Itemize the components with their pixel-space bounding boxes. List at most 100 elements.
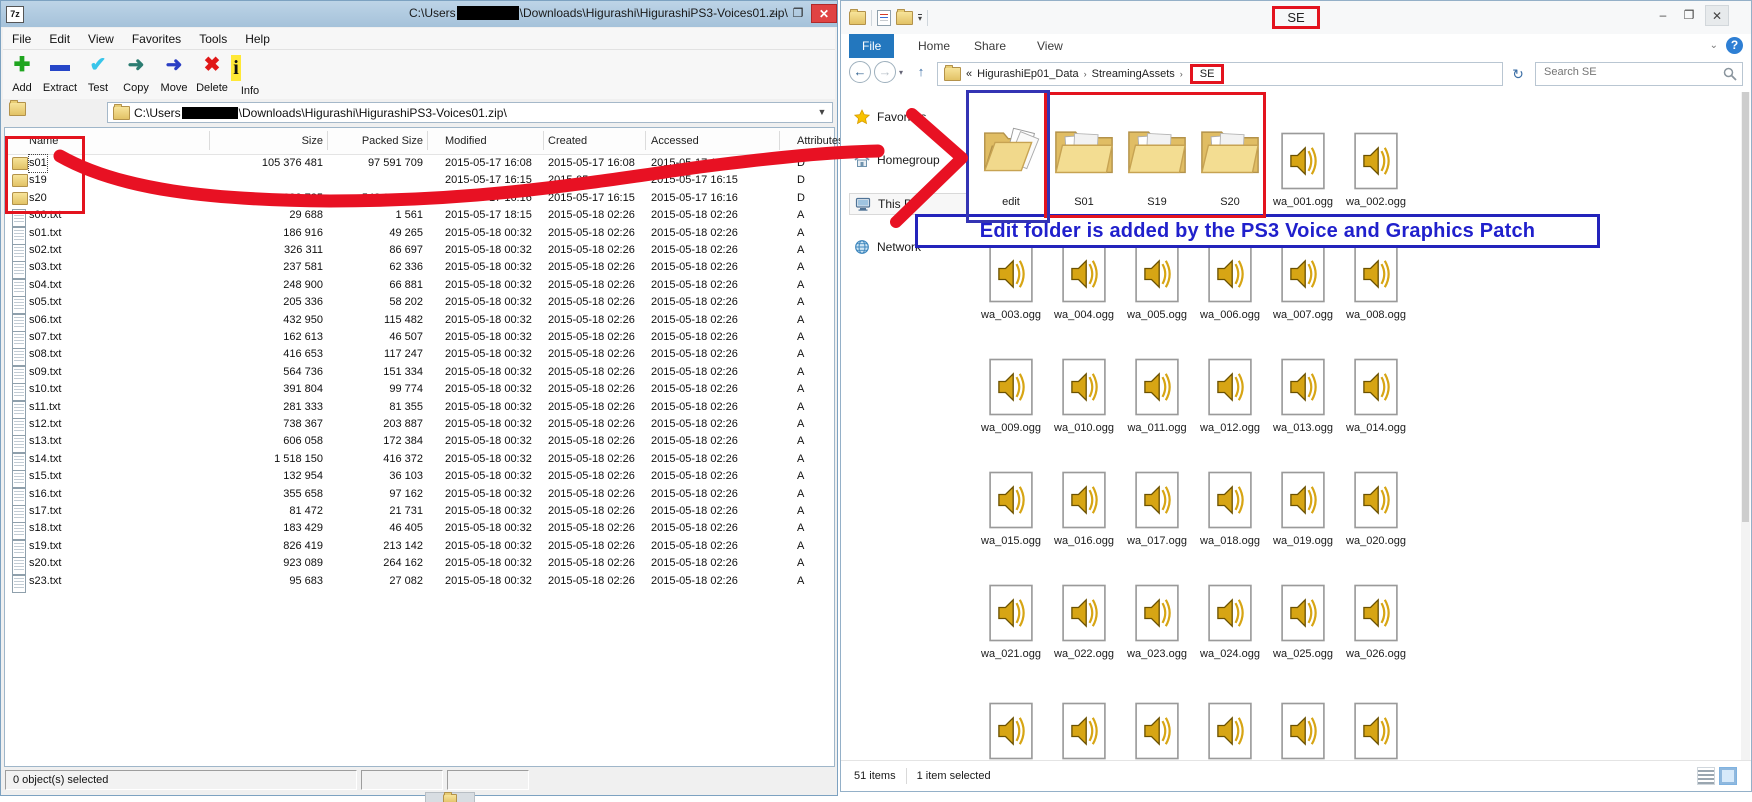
column-header-created[interactable]: Created xyxy=(548,133,587,150)
extract-button[interactable]: ▬Extract xyxy=(41,50,79,99)
customize-qat-icon[interactable]: ▾ xyxy=(918,14,922,22)
column-divider[interactable] xyxy=(779,131,780,150)
table-row[interactable]: s05.txt205 33658 2022015-05-18 00:322015… xyxy=(5,294,834,311)
file-tile-wa_020.ogg[interactable]: wa_020.ogg xyxy=(1343,468,1409,547)
file-tile-wa_015.ogg[interactable]: wa_015.ogg xyxy=(978,468,1044,547)
properties-icon[interactable] xyxy=(877,10,891,26)
recent-pages-dropdown-icon[interactable]: ▾ xyxy=(899,68,903,77)
menu-item-help[interactable]: Help xyxy=(236,32,279,46)
details-view-toggle-icon[interactable] xyxy=(1697,767,1715,785)
table-row[interactable]: s20580 093 725543 383 9662015-05-17 16:1… xyxy=(5,190,834,207)
column-header-accessed[interactable]: Accessed xyxy=(651,133,699,150)
file-tile-wa_010.ogg[interactable]: wa_010.ogg xyxy=(1051,355,1117,434)
search-icon[interactable] xyxy=(1723,67,1737,81)
file-tile-wa_019.ogg[interactable]: wa_019.ogg xyxy=(1270,468,1336,547)
file-tile-wa_018.ogg[interactable]: wa_018.ogg xyxy=(1197,468,1263,547)
column-header-attributes[interactable]: Attributes xyxy=(797,133,843,150)
column-header-name[interactable]: Name xyxy=(29,133,58,150)
ribbon-expand-icon[interactable]: ⌄ xyxy=(1710,40,1718,51)
tab-share[interactable]: Share xyxy=(961,34,1019,58)
breadcrumb-item-streamingassets[interactable]: StreamingAssets xyxy=(1092,68,1175,80)
minimize-button[interactable]: – xyxy=(1651,5,1675,26)
minimize-button[interactable]: – xyxy=(763,4,785,23)
close-button[interactable]: ✕ xyxy=(811,4,837,23)
file-tile[interactable] xyxy=(1343,699,1409,761)
file-tile-wa_001.ogg[interactable]: wa_001.ogg xyxy=(1270,129,1336,208)
file-tile-wa_017.ogg[interactable]: wa_017.ogg xyxy=(1124,468,1190,547)
search-box[interactable] xyxy=(1535,62,1743,86)
sevenzip-address-combobox[interactable]: C:\Users\Downloads\Higurashi\HigurashiPS… xyxy=(107,102,833,123)
scrollbar-thumb[interactable] xyxy=(1742,92,1749,522)
file-tile-wa_025.ogg[interactable]: wa_025.ogg xyxy=(1270,581,1336,660)
table-row[interactable]: s08.txt416 653117 2472015-05-18 00:32201… xyxy=(5,346,834,363)
refresh-button[interactable]: ↻ xyxy=(1507,62,1529,86)
file-tile-wa_002.ogg[interactable]: wa_002.ogg xyxy=(1343,129,1409,208)
search-input[interactable] xyxy=(1542,65,1716,79)
tab-view[interactable]: View xyxy=(1024,34,1076,58)
table-row[interactable]: s192015-05-17 16:152015-05-17 16:142015-… xyxy=(5,172,834,189)
help-icon[interactable]: ? xyxy=(1726,37,1743,54)
column-divider[interactable] xyxy=(427,131,428,150)
column-header-packed-size[interactable]: Packed Size xyxy=(329,133,423,150)
test-button[interactable]: ✔Test xyxy=(79,50,117,99)
maximize-button[interactable]: ❐ xyxy=(1677,5,1701,26)
file-tile-wa_005.ogg[interactable]: wa_005.ogg xyxy=(1124,242,1190,321)
file-tile-wa_008.ogg[interactable]: wa_008.ogg xyxy=(1343,242,1409,321)
table-row[interactable]: s16.txt355 65897 1622015-05-18 00:322015… xyxy=(5,486,834,503)
address-bar[interactable]: «HigurashiEp01_Data›StreamingAssets›SE ⌄ xyxy=(937,62,1503,86)
table-row[interactable]: s04.txt248 90066 8812015-05-18 00:322015… xyxy=(5,277,834,294)
breadcrumb-item-se[interactable]: SE xyxy=(1190,64,1225,84)
maximize-button[interactable]: ❐ xyxy=(787,4,809,23)
copy-button[interactable]: ➜Copy xyxy=(117,50,155,99)
table-row[interactable]: s20.txt923 089264 1622015-05-18 00:32201… xyxy=(5,555,834,572)
table-row[interactable]: s01.txt186 91649 2652015-05-18 00:322015… xyxy=(5,225,834,242)
combobox-dropdown-icon[interactable]: ▼ xyxy=(814,105,830,120)
file-tile-wa_004.ogg[interactable]: wa_004.ogg xyxy=(1051,242,1117,321)
new-folder-icon[interactable] xyxy=(896,11,913,25)
menu-item-edit[interactable]: Edit xyxy=(40,32,79,46)
forward-button[interactable]: → xyxy=(874,61,896,83)
sidebar-item-favorites[interactable]: Favorites xyxy=(849,106,967,128)
table-row[interactable]: s12.txt738 367203 8872015-05-18 00:32201… xyxy=(5,416,834,433)
explorer-titlebar[interactable]: ▾ SE – ❐ ✕ xyxy=(841,1,1751,34)
file-tile-wa_021.ogg[interactable]: wa_021.ogg xyxy=(978,581,1044,660)
delete-button[interactable]: ✖Delete xyxy=(193,50,231,99)
add-button[interactable]: ✚Add xyxy=(3,50,41,99)
sidebar-item-this-pc[interactable]: This PC xyxy=(849,193,967,215)
table-row[interactable]: s06.txt432 950115 4822015-05-18 00:32201… xyxy=(5,312,834,329)
thumbnail-view-toggle-icon[interactable] xyxy=(1719,767,1737,785)
up-button[interactable]: ↑ xyxy=(911,62,931,82)
file-tile-wa_024.ogg[interactable]: wa_024.ogg xyxy=(1197,581,1263,660)
sidebar-item-homegroup[interactable]: Homegroup xyxy=(849,149,967,171)
file-tile[interactable] xyxy=(1051,699,1117,761)
breadcrumb-collapsed[interactable]: « xyxy=(966,68,972,80)
table-row[interactable]: s09.txt564 736151 3342015-05-18 00:32201… xyxy=(5,364,834,381)
menu-item-favorites[interactable]: Favorites xyxy=(123,32,190,46)
column-divider[interactable] xyxy=(327,131,328,150)
menu-item-file[interactable]: File xyxy=(3,32,40,46)
tab-home[interactable]: Home xyxy=(905,34,963,58)
table-row[interactable]: s17.txt81 47221 7312015-05-18 00:322015-… xyxy=(5,503,834,520)
breadcrumb-item-higurashiep01_data[interactable]: HigurashiEp01_Data xyxy=(977,68,1079,80)
file-tile-wa_006.ogg[interactable]: wa_006.ogg xyxy=(1197,242,1263,321)
column-divider[interactable] xyxy=(645,131,646,150)
file-tile-wa_009.ogg[interactable]: wa_009.ogg xyxy=(978,355,1044,434)
table-row[interactable]: s01105 376 48197 591 7092015-05-17 16:08… xyxy=(5,155,834,172)
file-tile-wa_003.ogg[interactable]: wa_003.ogg xyxy=(978,242,1044,321)
file-tile-S19[interactable]: S19 xyxy=(1124,105,1190,208)
table-row[interactable]: s15.txt132 95436 1032015-05-18 00:322015… xyxy=(5,468,834,485)
table-row[interactable]: s00.txt29 6881 5612015-05-17 18:152015-0… xyxy=(5,207,834,224)
close-button[interactable]: ✕ xyxy=(1705,5,1729,26)
file-tile-wa_013.ogg[interactable]: wa_013.ogg xyxy=(1270,355,1336,434)
table-row[interactable]: s10.txt391 80499 7742015-05-18 00:322015… xyxy=(5,381,834,398)
tab-file[interactable]: File xyxy=(849,34,894,58)
table-row[interactable]: s18.txt183 42946 4052015-05-18 00:322015… xyxy=(5,520,834,537)
column-header-size[interactable]: Size xyxy=(211,133,323,150)
file-tile-wa_022.ogg[interactable]: wa_022.ogg xyxy=(1051,581,1117,660)
file-tile-wa_014.ogg[interactable]: wa_014.ogg xyxy=(1343,355,1409,434)
table-row[interactable]: s13.txt606 058172 3842015-05-18 00:32201… xyxy=(5,433,834,450)
column-divider[interactable] xyxy=(209,131,210,150)
file-tile-wa_012.ogg[interactable]: wa_012.ogg xyxy=(1197,355,1263,434)
column-header-modified[interactable]: Modified xyxy=(445,133,487,150)
file-tile[interactable] xyxy=(1197,699,1263,761)
